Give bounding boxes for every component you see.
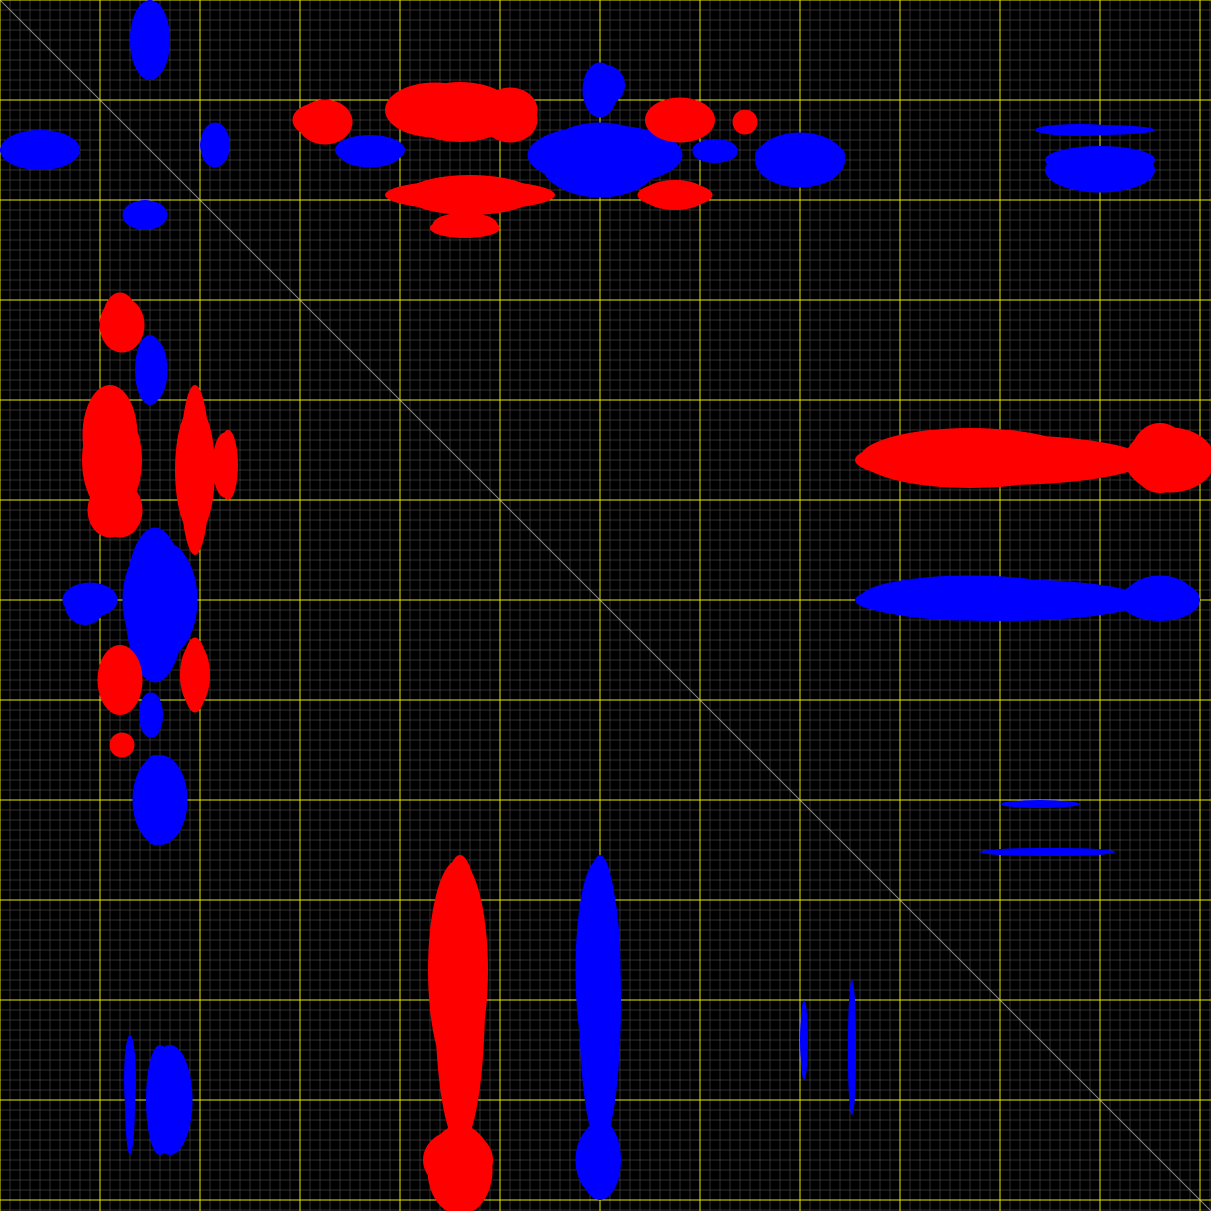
negative-region <box>62 582 118 618</box>
positive-region-mirror <box>645 97 715 143</box>
positive-region <box>218 430 238 500</box>
negative-region <box>575 1125 621 1195</box>
negative-region <box>147 1045 193 1155</box>
positive-region <box>428 860 488 1080</box>
positive-region-mirror <box>482 87 538 133</box>
negative-region-mirror <box>540 122 660 198</box>
negative-region-mirror <box>122 200 168 230</box>
negative-region <box>980 848 1100 856</box>
negative-region-mirror <box>1045 147 1155 193</box>
positive-region <box>732 109 758 135</box>
negative-region-mirror <box>130 0 170 80</box>
negative-region-mirror <box>800 1000 808 1080</box>
positive-region <box>99 297 145 353</box>
positive-region <box>87 482 133 538</box>
positive-region <box>97 645 143 715</box>
negative-region <box>122 540 198 660</box>
negative-region-mirror <box>1125 575 1195 621</box>
positive-region-mirror <box>405 175 535 215</box>
negative-region-mirror <box>582 62 618 118</box>
plot-viewport <box>0 0 1211 1211</box>
positive-region-mirror <box>642 180 708 210</box>
negative-region <box>1000 800 1080 808</box>
positive-region-mirror <box>1130 423 1190 493</box>
negative-region-mirror <box>848 980 856 1100</box>
positive-region-mirror <box>297 99 353 145</box>
positive-region <box>175 405 215 535</box>
negative-region <box>0 130 80 170</box>
negative-region <box>142 340 168 400</box>
positive-region-mirror <box>430 218 500 238</box>
negative-region <box>200 122 230 168</box>
negative-region <box>125 1045 135 1155</box>
negative-region-mirror <box>1045 125 1155 135</box>
positive-region <box>180 642 210 708</box>
positive-region-mirror <box>860 428 1080 488</box>
negative-region-mirror <box>692 139 738 161</box>
positive-region-mirror <box>109 732 135 758</box>
negative-region <box>575 860 621 1080</box>
negative-region-mirror <box>755 132 845 188</box>
negative-region-mirror <box>860 575 1080 621</box>
negative-region <box>132 755 188 845</box>
positive-region <box>423 1130 493 1190</box>
negative-region-mirror <box>340 142 400 168</box>
negative-region <box>139 692 161 738</box>
correlation-heatmap <box>0 0 1211 1211</box>
